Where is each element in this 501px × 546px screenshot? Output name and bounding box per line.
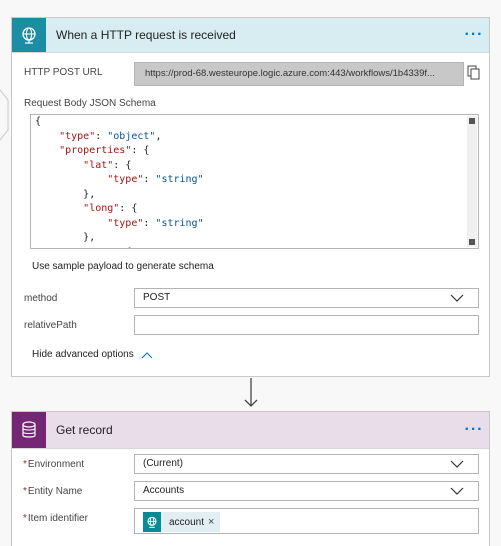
http-post-url-field[interactable]: https://prod-68.westeurope.logic.azure.c…	[134, 62, 464, 86]
method-select[interactable]: POST	[134, 288, 479, 308]
http-request-icon	[12, 18, 46, 52]
account-token-label: account	[169, 516, 205, 528]
remove-token-button[interactable]: ×	[208, 516, 220, 528]
http-trigger-card: When a HTTP request is received ··· HTTP…	[11, 17, 490, 377]
schema-code-line: "properties": {	[59, 145, 150, 156]
get-record-more-button[interactable]: ···	[459, 421, 489, 439]
http-trigger-title: When a HTTP request is received	[56, 28, 236, 42]
schema-code-line: },	[83, 188, 96, 200]
hide-advanced-label: Hide advanced options	[32, 349, 134, 360]
method-value: POST	[143, 292, 171, 303]
http-trigger-header[interactable]: When a HTTP request is received ···	[12, 18, 489, 53]
schema-code-lines: { "type": "object", "properties": { "lat…	[31, 115, 478, 249]
account-dynamic-token[interactable]: account ×	[143, 512, 221, 532]
copy-icon[interactable]	[467, 65, 481, 81]
get-record-header[interactable]: Get record ···	[12, 412, 489, 449]
schema-editor-scrollbar[interactable]	[467, 116, 477, 247]
environment-label: *Environment	[23, 459, 85, 470]
chevron-down-icon	[450, 460, 464, 468]
database-icon	[12, 412, 46, 448]
http-trigger-more-button[interactable]: ···	[459, 26, 489, 44]
schema-code-line: "type": "object",	[59, 130, 162, 142]
schema-code-line: },	[83, 232, 96, 243]
schema-code-line: {	[35, 116, 42, 127]
required-mark: *	[23, 486, 27, 497]
relative-path-input[interactable]	[134, 315, 479, 335]
http-post-url-label: HTTP POST URL	[24, 67, 103, 78]
sample-payload-link[interactable]: Use sample payload to generate schema	[32, 261, 214, 272]
item-identifier-label: *Item identifier	[23, 513, 88, 524]
http-request-icon	[143, 512, 161, 532]
relative-path-label: relativePath	[24, 320, 77, 331]
schema-editor[interactable]: { "type": "object", "properties": { "lat…	[30, 114, 479, 249]
schema-code-line: "type": "string"	[107, 174, 204, 185]
required-mark: *	[23, 513, 27, 524]
entity-name-select[interactable]: Accounts	[134, 481, 479, 501]
chevron-down-icon	[450, 487, 464, 495]
schema-label: Request Body JSON Schema	[24, 98, 156, 109]
chevron-up-icon	[141, 351, 153, 358]
schema-code-line: "type": "string"	[107, 217, 204, 229]
flow-arrow-icon	[244, 378, 258, 407]
method-label: method	[24, 293, 58, 304]
environment-value: (Current)	[143, 458, 184, 469]
schema-code-line: "long": {	[83, 203, 138, 214]
environment-select[interactable]: (Current)	[134, 454, 479, 474]
hide-advanced-toggle[interactable]: Hide advanced options	[32, 349, 153, 360]
entity-name-value: Accounts	[143, 485, 185, 496]
get-record-title: Get record	[56, 423, 113, 437]
entity-name-label: *Entity Name	[23, 486, 83, 497]
schema-code-line: "lat": {	[83, 159, 132, 171]
schema-code-line: "...": {	[31, 246, 478, 249]
chevron-down-icon	[450, 294, 464, 302]
required-mark: *	[23, 459, 27, 470]
